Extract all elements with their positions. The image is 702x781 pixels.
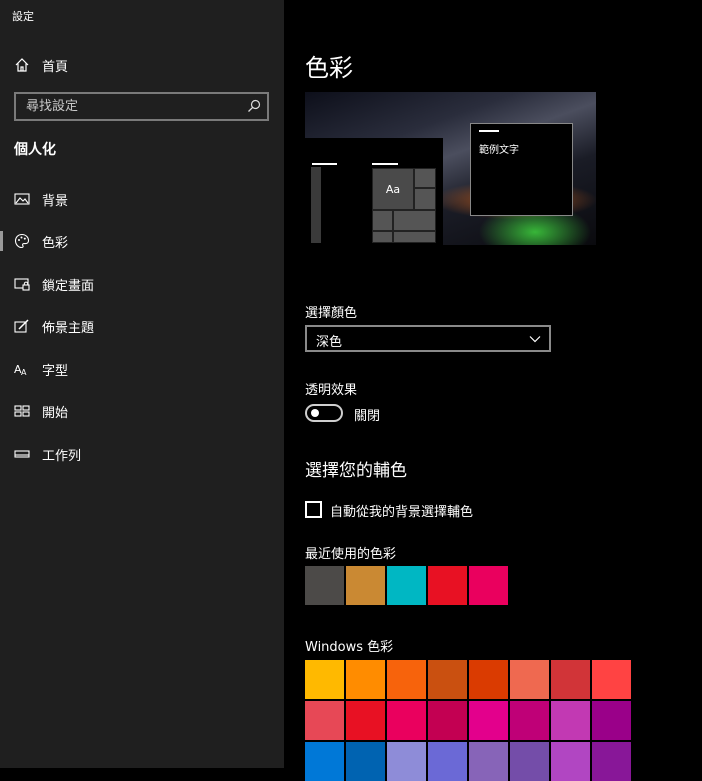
windows-colors-row (305, 701, 633, 740)
font-icon: A A (14, 363, 27, 377)
windows-colors-label: Windows 色彩 (305, 640, 394, 655)
color-swatch[interactable] (428, 660, 467, 699)
choose-color-dropdown[interactable]: 深色 (305, 325, 551, 352)
theme-preview: Aa 範例文字 (305, 92, 596, 245)
color-swatch[interactable] (469, 742, 508, 781)
recent-colors-label: 最近使用的色彩 (305, 547, 397, 562)
color-swatch[interactable] (305, 660, 344, 699)
lock-screen-icon (14, 278, 30, 291)
sidebar-item-label: 開始 (42, 406, 69, 421)
auto-accent-checkbox[interactable] (305, 501, 322, 518)
accent-heading: 選擇您的輔色 (305, 461, 407, 481)
color-swatch[interactable] (305, 566, 344, 605)
sidebar-item-label: 色彩 (42, 236, 69, 251)
preview-tile: Aa (372, 168, 414, 210)
selection-indicator (0, 231, 3, 251)
color-swatch[interactable] (510, 660, 549, 699)
preview-start-menu: Aa (305, 138, 443, 245)
transparency-state: 關閉 (354, 409, 381, 424)
color-swatch[interactable] (510, 742, 549, 781)
color-swatch[interactable] (346, 742, 385, 781)
color-swatch[interactable] (551, 701, 590, 740)
taskbar-icon (14, 450, 30, 458)
main-content: 色彩 Aa 範例文字 選擇顏色 深色 透明效果 關閉 選擇您的輔色 自動從我的背… (284, 0, 702, 781)
sidebar-item-lock-screen[interactable]: 鎖定畫面 (0, 267, 284, 301)
sidebar-item-label: 字型 (42, 364, 69, 379)
color-swatch[interactable] (551, 742, 590, 781)
color-swatch[interactable] (551, 660, 590, 699)
section-title: 個人化 (14, 142, 56, 158)
color-swatch[interactable] (428, 742, 467, 781)
home-icon (15, 58, 29, 72)
sidebar-item-taskbar[interactable]: 工作列 (0, 437, 284, 471)
windows-colors-row (305, 660, 633, 699)
color-swatch[interactable] (346, 701, 385, 740)
preview-sample-text: 範例文字 (479, 145, 519, 156)
color-swatch[interactable] (592, 742, 631, 781)
color-swatch[interactable] (592, 660, 631, 699)
start-icon (14, 405, 30, 417)
color-swatch[interactable] (469, 701, 508, 740)
search-box[interactable] (14, 92, 269, 121)
theme-brush-icon (14, 319, 29, 333)
search-input[interactable] (16, 94, 246, 119)
choose-color-value: 深色 (316, 335, 343, 350)
page-title: 色彩 (305, 54, 353, 82)
svg-text:A: A (21, 368, 27, 377)
sidebar-item-label: 背景 (42, 194, 69, 209)
image-icon (14, 193, 30, 205)
sidebar-item-home[interactable]: 首頁 (0, 50, 284, 80)
sidebar-item-background[interactable]: 背景 (0, 182, 284, 216)
color-swatch[interactable] (346, 566, 385, 605)
auto-accent-label: 自動從我的背景選擇輔色 (330, 505, 474, 520)
windows-colors-row (305, 742, 633, 781)
color-swatch[interactable] (387, 701, 426, 740)
color-swatch[interactable] (469, 660, 508, 699)
window-title: 設定 (12, 10, 34, 23)
color-swatch[interactable] (510, 701, 549, 740)
choose-color-label: 選擇顏色 (305, 306, 358, 321)
recent-colors-row (305, 566, 510, 605)
color-swatch[interactable] (305, 701, 344, 740)
sidebar-item-start[interactable]: 開始 (0, 394, 284, 428)
sidebar-item-label: 首頁 (42, 60, 69, 75)
color-swatch[interactable] (592, 701, 631, 740)
color-swatch[interactable] (428, 566, 467, 605)
color-swatch[interactable] (387, 660, 426, 699)
sidebar-item-label: 佈景主題 (42, 321, 95, 336)
sidebar-item-themes[interactable]: 佈景主題 (0, 309, 284, 343)
transparency-label: 透明效果 (305, 383, 358, 398)
sidebar-item-label: 鎖定畫面 (42, 279, 95, 294)
chevron-down-icon (529, 336, 541, 343)
color-swatch[interactable] (469, 566, 508, 605)
toggle-knob (311, 409, 319, 417)
color-swatch[interactable] (305, 742, 344, 781)
transparency-toggle[interactable] (305, 404, 343, 422)
color-swatch[interactable] (346, 660, 385, 699)
color-swatch[interactable] (428, 701, 467, 740)
color-swatch[interactable] (387, 742, 426, 781)
sidebar: 設定 首頁 個人化 背景 色彩 (0, 0, 284, 768)
search-icon[interactable] (247, 99, 261, 113)
palette-icon (14, 233, 30, 249)
preview-window: 範例文字 (470, 123, 573, 216)
sidebar-item-label: 工作列 (42, 449, 82, 464)
color-swatch[interactable] (387, 566, 426, 605)
sidebar-item-colors[interactable]: 色彩 (0, 224, 284, 258)
sidebar-item-fonts[interactable]: A A 字型 (0, 352, 284, 386)
